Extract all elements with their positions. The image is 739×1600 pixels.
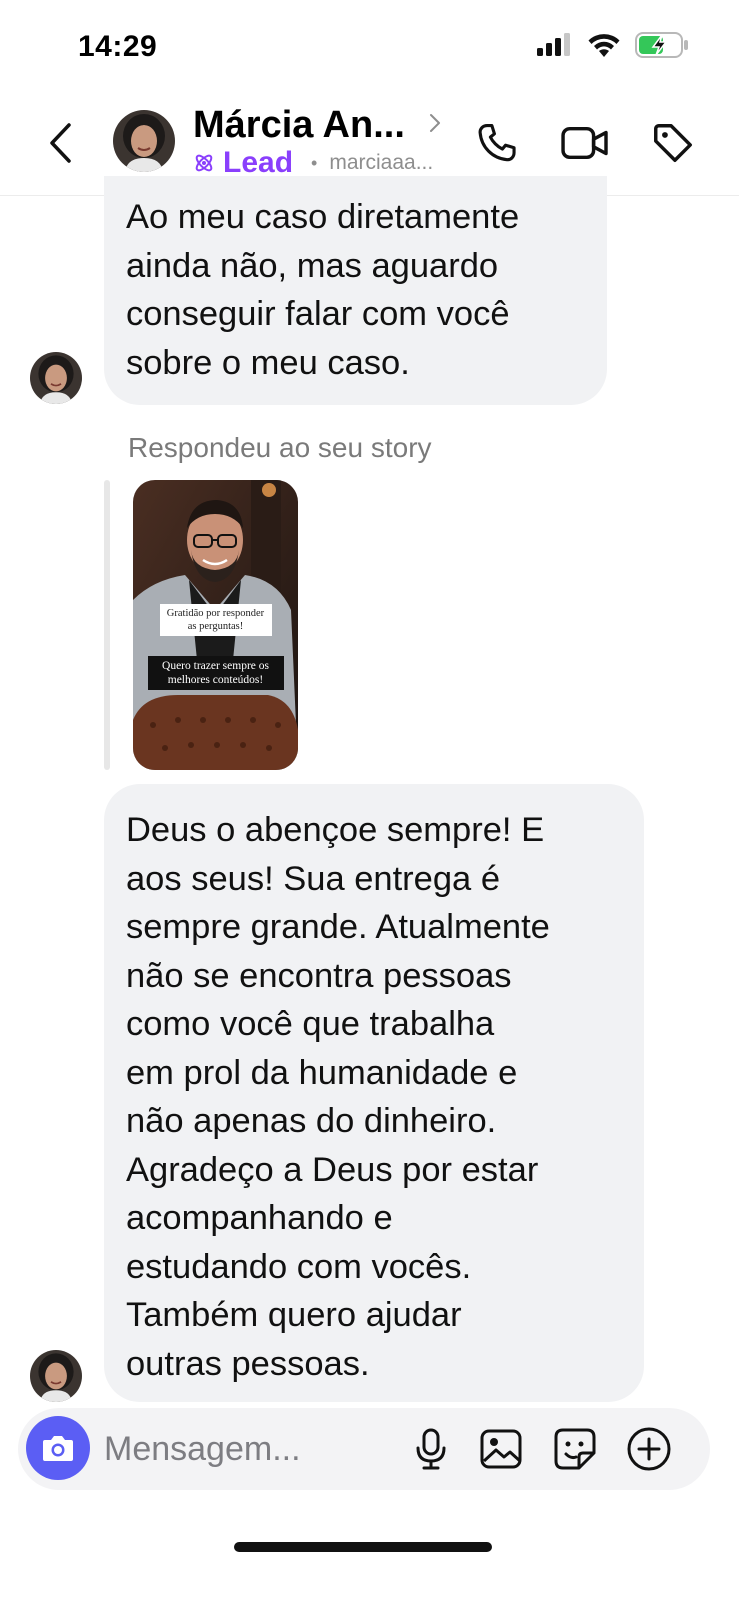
status-icons	[537, 32, 689, 58]
battery-charging-icon	[635, 32, 688, 58]
atom-lead-icon	[195, 154, 213, 172]
message-input[interactable]	[104, 1426, 394, 1472]
status-time: 14:29	[78, 30, 158, 63]
story-caption: Gratidão por responder as perguntas!	[133, 604, 298, 636]
add-button[interactable]	[626, 1426, 672, 1472]
story-preview[interactable]: Gratidão por responder as perguntas! Que…	[133, 480, 298, 770]
avatar[interactable]	[30, 1350, 82, 1402]
video-camera-icon	[561, 126, 608, 160]
image-icon	[480, 1429, 522, 1469]
camera-button[interactable]	[26, 1416, 90, 1480]
story-reply-label: Respondeu ao seu story	[128, 432, 432, 463]
phone-icon	[478, 124, 516, 162]
wifi-icon	[588, 34, 620, 57]
message-text: Deus o abençoe sempre! E aos seus! Sua e…	[126, 811, 550, 1383]
story-caption-black: Quero trazer sempre os melhores conteúdo…	[147, 656, 284, 690]
avatar-photo	[113, 110, 175, 172]
story-reply-bar	[104, 480, 110, 770]
avatar-photo	[30, 1350, 82, 1402]
separator-dot: •	[311, 152, 318, 173]
avatar[interactable]	[30, 352, 82, 404]
tag-icon	[654, 124, 692, 162]
gallery-button[interactable]	[478, 1426, 524, 1472]
microphone-icon	[416, 1428, 446, 1470]
camera-icon	[43, 1436, 73, 1461]
home-indicator[interactable]	[234, 1542, 492, 1552]
message-bubble[interactable]: Ao meu caso diretamente ainda não, mas a…	[104, 176, 607, 405]
lead-label: Lead	[223, 146, 294, 179]
avatar-photo	[30, 352, 82, 404]
call-button[interactable]	[472, 118, 522, 168]
story-caption: Quero trazer sempre os melhores conteúdo…	[133, 656, 298, 690]
contact-username: marciaaa...	[329, 151, 434, 174]
message-bubble[interactable]: Deus o abençoe sempre! E aos seus! Sua e…	[104, 784, 644, 1402]
status-bar: 14:29	[0, 0, 739, 96]
tag-button[interactable]	[648, 118, 698, 168]
plus-circle-icon	[627, 1427, 671, 1471]
contact-avatar[interactable]	[113, 110, 175, 172]
story-caption-white: Gratidão por responder as perguntas!	[159, 604, 272, 636]
contact-name[interactable]: Márcia An...	[193, 104, 405, 147]
video-call-button[interactable]	[560, 118, 610, 168]
contact-subtitle: Lead • marciaaa...	[193, 146, 433, 180]
message-composer	[18, 1408, 710, 1490]
back-button[interactable]	[40, 118, 80, 168]
chevron-right-icon[interactable]	[428, 112, 442, 134]
sticker-icon	[554, 1428, 596, 1470]
voice-message-button[interactable]	[408, 1426, 454, 1472]
sticker-button[interactable]	[552, 1426, 598, 1472]
message-text: Ao meu caso diretamente ainda não, mas a…	[126, 198, 520, 382]
chevron-left-icon	[50, 123, 71, 163]
cellular-signal-icon	[537, 33, 570, 56]
